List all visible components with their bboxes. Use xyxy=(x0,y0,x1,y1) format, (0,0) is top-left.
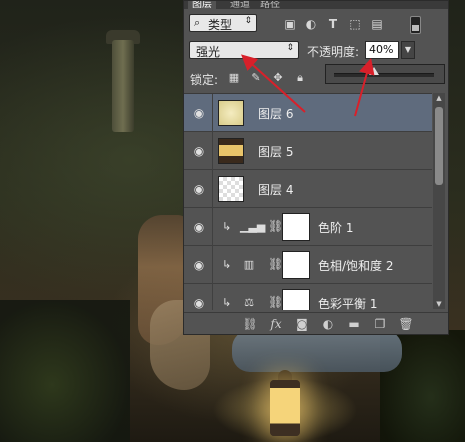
layers-list: ◉ 图层 6 ◉ 图层 5 ◉ 图层 4 ◉ ↳ ▁▃▅ ⛓ 色阶 1 ◉ ↳ … xyxy=(184,93,432,310)
divider xyxy=(212,94,213,132)
layer-row-levels1[interactable]: ◉ ↳ ▁▃▅ ⛓ 色阶 1 xyxy=(184,208,432,246)
panel-tabs: 图层 通道 路径 xyxy=(184,1,448,9)
blend-row: 强光 ⇕ 不透明度: 40% ▼ xyxy=(184,37,448,65)
opacity-slider-thumb[interactable] xyxy=(369,67,379,75)
image-filter-icon[interactable]: ▣ xyxy=(283,17,297,31)
layer-row-hue-saturation2[interactable]: ◉ ↳ ▥ ⛓ 色相/饱和度 2 xyxy=(184,246,432,284)
tab-layers[interactable]: 图层 xyxy=(188,1,216,9)
blend-mode-value: 强光 xyxy=(196,45,221,59)
layer-thumbnail xyxy=(218,138,244,164)
lantern xyxy=(270,380,300,436)
layer-mask-thumbnail[interactable] xyxy=(282,289,310,310)
opacity-input[interactable]: 40% xyxy=(365,41,399,59)
filter-row: ⌕ 类型 ⇕ ▣ ◐ T ⬚ ▤ xyxy=(184,9,448,37)
layers-panel: 图层 通道 路径 ⌕ 类型 ⇕ ▣ ◐ T ⬚ ▤ 强光 ⇕ 不透明度: 40%… xyxy=(183,0,449,335)
lock-label: 锁定: xyxy=(190,73,219,87)
divider xyxy=(212,246,213,284)
divider xyxy=(212,208,213,246)
hue-saturation-adjustment-icon: ▥ xyxy=(243,258,255,271)
divider xyxy=(212,284,213,310)
layer-name: 图层 5 xyxy=(258,145,294,159)
layer-name: 图层 6 xyxy=(258,107,294,121)
blend-mode-select[interactable]: 强光 ⇕ xyxy=(189,41,299,59)
visibility-eye-icon[interactable]: ◉ xyxy=(192,144,206,158)
visibility-eye-icon[interactable]: ◉ xyxy=(192,182,206,196)
layer-style-fx-icon[interactable]: fx xyxy=(268,316,284,332)
opacity-label: 不透明度: xyxy=(307,45,360,59)
visibility-eye-icon[interactable]: ◉ xyxy=(192,258,206,272)
scroll-down-arrow-icon[interactable]: ▼ xyxy=(433,299,445,309)
smart-object-filter-icon[interactable]: ▤ xyxy=(370,17,384,31)
person-jeans xyxy=(232,330,402,372)
layer-name: 色阶 1 xyxy=(318,221,354,235)
layer-name: 图层 4 xyxy=(258,183,294,197)
opacity-slider-track[interactable] xyxy=(334,73,434,77)
clipping-arrow-icon: ↳ xyxy=(222,220,232,233)
layers-scrollbar[interactable]: ▲ ▼ xyxy=(433,93,445,309)
layer-row-layer4[interactable]: ◉ 图层 4 xyxy=(184,170,432,208)
type-filter-icon[interactable]: T xyxy=(326,17,340,31)
layer-row-layer5[interactable]: ◉ 图层 5 xyxy=(184,132,432,170)
levels-adjustment-icon: ▁▃▅ xyxy=(240,220,266,233)
opacity-dropdown-button[interactable]: ▼ xyxy=(401,41,415,59)
updown-arrows-icon: ⇕ xyxy=(244,16,252,26)
layer-mask-thumbnail[interactable] xyxy=(282,213,310,241)
divider xyxy=(212,170,213,208)
opacity-slider-popup xyxy=(325,64,445,84)
layer-name: 色相/饱和度 2 xyxy=(318,259,394,273)
foliage-left xyxy=(0,300,130,442)
layer-thumbnail xyxy=(218,176,244,202)
visibility-eye-icon[interactable]: ◉ xyxy=(192,296,206,310)
color-balance-adjustment-icon: ⚖ xyxy=(244,296,254,309)
filter-toggle-switch[interactable] xyxy=(410,16,421,34)
link-layers-icon[interactable]: ⛓ xyxy=(242,316,258,332)
visibility-eye-icon[interactable]: ◉ xyxy=(192,220,206,234)
link-chain-icon[interactable]: ⛓ xyxy=(268,295,283,309)
panel-bottom-toolbar: ⛓ fx ◙ ◐ ▬ ❐ 🗑︎ xyxy=(184,312,448,335)
new-group-folder-icon[interactable]: ▬ xyxy=(346,316,362,332)
clipping-arrow-icon: ↳ xyxy=(222,258,232,271)
layer-thumbnail xyxy=(218,100,244,126)
lock-all-icon[interactable]: 🔒︎ xyxy=(294,72,306,84)
lock-transparent-pixels-icon[interactable]: ▦ xyxy=(228,72,240,84)
lamp-post xyxy=(112,40,134,132)
adjustment-filter-icon[interactable]: ◐ xyxy=(304,17,318,31)
layer-name: 色彩平衡 1 xyxy=(318,297,378,310)
layer-row-color-balance1[interactable]: ◉ ↳ ⚖ ⛓ 色彩平衡 1 xyxy=(184,284,432,310)
layer-mask-thumbnail[interactable] xyxy=(282,251,310,279)
lock-position-icon[interactable]: ✥ xyxy=(272,72,284,84)
visibility-eye-icon[interactable]: ◉ xyxy=(192,106,206,120)
divider xyxy=(212,132,213,170)
filter-kind-label: 类型 xyxy=(208,18,233,32)
link-chain-icon[interactable]: ⛓ xyxy=(268,257,283,271)
tab-paths[interactable]: 路径 xyxy=(260,1,280,9)
delete-layer-trash-icon[interactable]: 🗑︎ xyxy=(398,316,414,332)
layer-row-layer6[interactable]: ◉ 图层 6 xyxy=(184,94,432,132)
shape-filter-icon[interactable]: ⬚ xyxy=(348,17,362,31)
lock-image-pixels-icon[interactable]: ✎ xyxy=(250,72,262,84)
scroll-up-arrow-icon[interactable]: ▲ xyxy=(433,93,445,103)
search-icon: ⌕ xyxy=(194,16,201,29)
new-adjustment-layer-icon[interactable]: ◐ xyxy=(320,316,336,332)
tab-channels[interactable]: 通道 xyxy=(230,1,250,9)
new-layer-icon[interactable]: ❐ xyxy=(372,316,388,332)
filter-kind-select[interactable]: ⌕ 类型 ⇕ xyxy=(189,14,257,32)
updown-arrows-icon: ⇕ xyxy=(286,43,294,53)
scroll-thumb[interactable] xyxy=(435,107,443,185)
link-chain-icon[interactable]: ⛓ xyxy=(268,219,283,233)
add-mask-icon[interactable]: ◙ xyxy=(294,316,310,332)
clipping-arrow-icon: ↳ xyxy=(222,296,232,309)
